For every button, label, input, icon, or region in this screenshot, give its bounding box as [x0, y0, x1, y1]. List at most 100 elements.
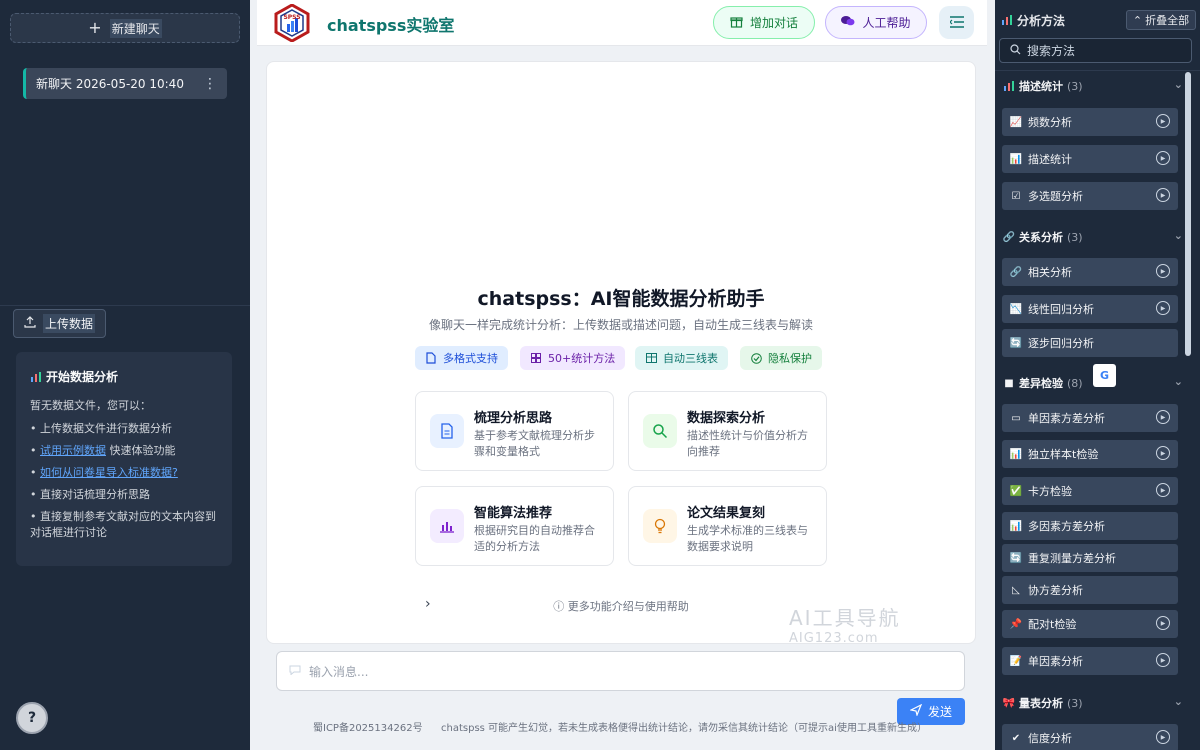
method-item[interactable]: 📈 频数分析 ▶ — [1002, 108, 1178, 136]
memo-icon: 📝 — [1009, 655, 1023, 667]
category-relation[interactable]: 🔗 关系分析 (3) ⌄ — [1003, 227, 1183, 247]
square-icon: ■ — [1004, 377, 1014, 389]
collapse-all-button[interactable]: ⌃ 折叠全部 — [1126, 10, 1196, 30]
method-item[interactable]: ✔ 信度分析 ▶ — [1002, 724, 1178, 750]
watermark: AI工具导航 AIG123.com — [789, 606, 901, 646]
bar-chart-icon: 📊 — [1009, 153, 1023, 165]
triangle-ruler-icon: ◺ — [1012, 584, 1020, 596]
play-icon: ▶ — [1156, 114, 1170, 128]
cycle-icon: 🔄 — [1009, 552, 1023, 564]
input-placeholder: 输入消息... — [309, 664, 369, 679]
feature-chip-methods: 50+统计方法 — [520, 346, 626, 370]
cycle-icon: 🔄 — [1009, 337, 1023, 349]
translate-icon[interactable]: G — [1093, 364, 1116, 387]
start-analysis-card: 开始数据分析 暂无数据文件，您可以： • 上传数据文件进行数据分析 • 试用示例… — [16, 352, 232, 566]
method-item[interactable]: ✅ 卡方检验 ▶ — [1002, 477, 1178, 505]
chart-icon — [30, 371, 42, 383]
new-chat-button[interactable]: + 新建聊天 — [10, 13, 240, 43]
table-icon — [645, 352, 657, 364]
play-icon: ▶ — [1156, 410, 1170, 424]
sidebar-divider — [0, 305, 250, 306]
note-icon: ▭ — [1011, 412, 1021, 424]
check-circle-icon — [750, 352, 762, 364]
chat-list-item[interactable]: 新聊天 2026-05-20 10:40 ⋮ — [23, 68, 227, 99]
method-item[interactable]: 📊 独立样本t检验 ▶ — [1002, 440, 1178, 468]
play-icon: ▶ — [1156, 446, 1170, 460]
info-icon: ⓘ — [553, 600, 565, 613]
lightbulb-icon — [643, 509, 677, 543]
upload-label: 上传数据 — [42, 314, 95, 333]
method-item[interactable]: 📌 配对t检验 ▶ — [1002, 610, 1178, 638]
import-guide-link[interactable]: 如何从问卷星导入标准数据? — [40, 466, 178, 479]
card-title: 论文结果复刻 — [687, 506, 766, 521]
method-item[interactable]: 📊 描述统计 ▶ — [1002, 145, 1178, 173]
upload-data-button[interactable]: 上传数据 — [13, 309, 106, 338]
file-icon — [425, 352, 437, 364]
chevron-up-icon: ⌃ — [1132, 13, 1143, 27]
app-title: chatspss实验室 — [327, 16, 455, 35]
method-item[interactable]: ☑ 多选题分析 ▶ — [1002, 182, 1178, 210]
check-box-icon: ✅ — [1009, 485, 1023, 497]
method-item[interactable]: 📊 多因素方差分析 — [1002, 512, 1178, 540]
logo-text: SPSS — [283, 14, 300, 21]
play-icon: ▶ — [1156, 653, 1170, 667]
add-chat-button[interactable]: 增加对话 — [713, 6, 815, 39]
link-icon: 🔗 — [1009, 266, 1023, 278]
panel-scrollbar[interactable] — [1185, 72, 1191, 356]
search-icon — [1010, 43, 1021, 58]
ballot-icon: ☑ — [1011, 190, 1021, 202]
list-item: • 直接对话梳理分析思路 — [30, 488, 150, 501]
help-button[interactable]: ? — [16, 702, 48, 734]
chevron-down-icon: ⌄ — [1173, 78, 1183, 91]
play-icon: ▶ — [1156, 151, 1170, 165]
play-icon: ▶ — [1156, 301, 1170, 315]
hero-title: chatspss：AI智能数据分析助手 — [477, 288, 765, 310]
category-scale[interactable]: 🎀 量表分析 (3) ⌄ — [1003, 693, 1183, 713]
method-item[interactable]: 🔗 相关分析 ▶ — [1002, 258, 1178, 286]
play-icon: ▶ — [1156, 616, 1170, 630]
human-help-label: 人工帮助 — [862, 16, 911, 30]
method-item[interactable]: 📉 线性回归分析 ▶ — [1002, 295, 1178, 323]
line-chart-icon: 📈 — [1009, 116, 1023, 128]
feature-chip-formats: 多格式支持 — [415, 346, 508, 370]
method-item[interactable]: 🔄 逐步回归分析 — [1002, 329, 1178, 357]
magnifier-icon — [643, 414, 677, 448]
more-options-icon[interactable]: ⋮ — [203, 76, 217, 92]
chevron-down-icon: ⌄ — [1173, 375, 1183, 388]
method-item[interactable]: 📝 单因素分析 ▶ — [1002, 647, 1178, 675]
start-card-list: • 上传数据文件进行数据分析 • 试用示例数据 快速体验功能 • 如何从问卷星导… — [30, 421, 218, 541]
ribbon-icon: 🎀 — [1002, 697, 1016, 709]
main-panel: chatspss：AI智能数据分析助手 像聊天一样完成统计分析：上传数据或描述问… — [266, 61, 976, 646]
category-descriptive[interactable]: 描述统计 (3) ⌄ — [1003, 76, 1183, 96]
upload-icon — [24, 316, 36, 331]
icp-text[interactable]: 蜀ICP备2025134262号 — [313, 719, 423, 734]
message-input[interactable]: 输入消息... — [276, 651, 965, 691]
human-help-button[interactable]: 人工帮助 — [825, 6, 927, 39]
menu-toggle-button[interactable] — [939, 6, 974, 39]
method-item[interactable]: ◺ 协方差分析 — [1002, 576, 1178, 604]
play-icon: ▶ — [1156, 264, 1170, 278]
plus-icon: + — [88, 18, 102, 37]
chat-bubbles-icon — [841, 15, 855, 30]
panel-divider — [995, 70, 1200, 71]
play-icon: ▶ — [1156, 188, 1170, 202]
feature-card-data-explore[interactable]: 数据探索分析 描述性统计与价值分析方向推荐 — [628, 391, 827, 471]
help-icon: ? — [27, 710, 37, 726]
menu-icon — [948, 13, 964, 32]
grid-icon — [530, 352, 542, 364]
card-desc: 基于参考文献梳理分析步骤和变量格式 — [474, 429, 595, 458]
top-header: SPSS chatspss实验室 增加对话 人工帮助 — [257, 0, 987, 46]
feature-card-analysis-ideas[interactable]: 梳理分析思路 基于参考文献梳理分析步骤和变量格式 — [415, 391, 614, 471]
method-search-input[interactable]: 搜索方法 — [999, 38, 1192, 63]
sample-data-link[interactable]: 试用示例数据 — [40, 444, 106, 457]
card-desc: 描述性统计与价值分析方向推荐 — [687, 429, 808, 458]
search-placeholder: 搜索方法 — [1027, 44, 1076, 58]
feature-card-paper-replicate[interactable]: 论文结果复刻 生成学术标准的三线表与数据要求说明 — [628, 486, 827, 566]
chevron-down-icon: ⌄ — [1173, 695, 1183, 708]
method-item[interactable]: 🔄 重复测量方差分析 — [1002, 544, 1178, 572]
card-title: 梳理分析思路 — [474, 411, 553, 426]
feature-card-algo-recommend[interactable]: 智能算法推荐 根据研究目的自动推荐合适的分析方法 — [415, 486, 614, 566]
gift-icon — [730, 15, 743, 31]
method-item[interactable]: ▭ 单因素方差分析 ▶ — [1002, 404, 1178, 432]
app-logo: SPSS — [273, 3, 311, 43]
